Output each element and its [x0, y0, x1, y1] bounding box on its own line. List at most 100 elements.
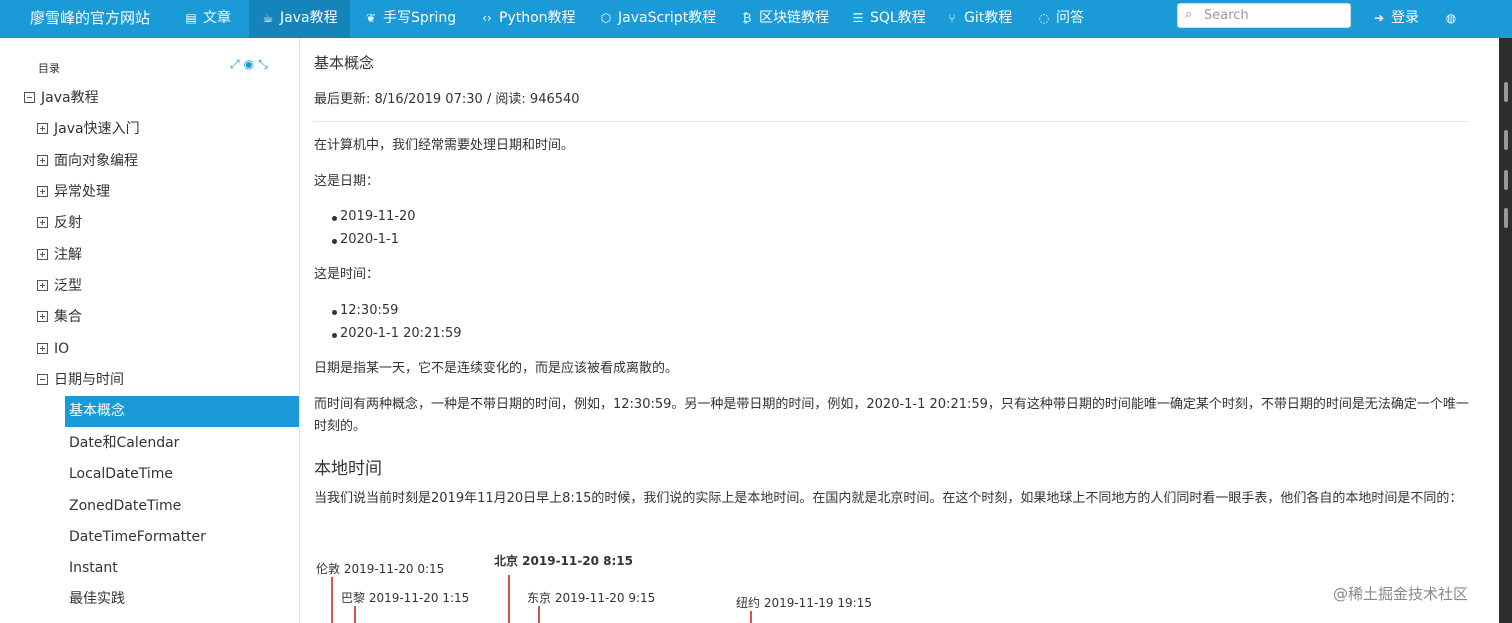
nav-label: SQL教程 [870, 10, 926, 26]
site-brand[interactable]: 廖雪峰的官方网站 [30, 0, 150, 38]
toc-label: 异常处理 [54, 184, 110, 200]
expand-box-icon [37, 186, 48, 197]
section-heading: 本地时间 [314, 459, 382, 479]
toc-child-zoneddatetime[interactable]: ZonedDateTime [69, 493, 181, 519]
article-meta: 最后更新: 8/16/2019 07:30 / 阅读: 946540 [314, 92, 580, 107]
toc-item-annotation[interactable]: 注解 [37, 242, 82, 268]
nav-label: Git教程 [964, 10, 1013, 26]
toc-item-oop[interactable]: 面向对象编程 [37, 148, 138, 174]
nav-label: Java教程 [280, 10, 338, 26]
toc-child-instant[interactable]: Instant [69, 555, 118, 581]
toc-item-exception[interactable]: 异常处理 [37, 179, 110, 205]
paragraph: 当我们说当前时刻是2019年11月20日早上8:15的时候，我们说的实际上是本地… [314, 491, 1463, 506]
nav-item-sql[interactable]: ☰ SQL教程 [839, 0, 938, 38]
article-title: 基本概念 [314, 54, 375, 72]
diagram-marker-tokyo [538, 606, 540, 623]
sign-in-icon: ➔ [1373, 11, 1385, 25]
edge-tab [1504, 130, 1508, 150]
expand-box-icon [37, 217, 48, 228]
collapse-icon[interactable]: ⤡ [258, 57, 272, 71]
toc-item-quickstart[interactable]: Java快速入门 [37, 116, 140, 142]
toc-tools: ⤢◉⤡ [230, 57, 272, 72]
toc-child-date-calendar[interactable]: Date和Calendar [69, 430, 179, 456]
toc-child-basic-concepts[interactable]: 基本概念 [65, 396, 299, 427]
toc-label: 注解 [54, 247, 82, 263]
expand-icon[interactable]: ⤢ [230, 57, 244, 71]
paragraph: 在计算机中，我们经常需要处理日期和时间。 [314, 138, 575, 153]
toc-title: 目录 [38, 62, 60, 75]
nav-label: 文章 [203, 10, 231, 26]
language-button[interactable]: ◍ [1432, 0, 1475, 38]
paragraph: 这是日期： [314, 174, 380, 189]
nav-item-java[interactable]: ☕ Java教程 [249, 0, 350, 38]
toc-child-best-practice[interactable]: 最佳实践 [69, 586, 125, 612]
nav-item-git[interactable]: ⑂ Git教程 [933, 0, 1024, 38]
list-item: 2019-11-20 [332, 209, 416, 224]
diagram-label-tokyo: 东京 2019-11-20 9:15 [527, 591, 656, 605]
git-icon: ⑂ [948, 11, 956, 25]
search-box: ⌕ [1177, 3, 1351, 28]
diagram-marker-newyork [750, 611, 752, 623]
toc-child-datetimeformatter[interactable]: DateTimeFormatter [69, 524, 206, 550]
edge-tab [1504, 208, 1508, 228]
collapse-box-icon [24, 92, 35, 103]
collapse-box-icon [37, 374, 48, 385]
leaf-icon: ❦ [365, 11, 377, 25]
paragraph: 而时间有两种概念，一种是不带日期的时间，例如，12:30:59。另一种是带日期的… [314, 397, 1469, 434]
top-navbar: 廖雪峰的官方网站 ▤ 文章 ☕ Java教程 ❦ 手写Spring ‹› Python教… [0, 0, 1512, 38]
toc-label: Java教程 [41, 90, 99, 106]
code-icon: ‹› [482, 11, 492, 25]
toc-child-localdatetime[interactable]: LocalDateTime [69, 461, 173, 487]
toc-root-java[interactable]: Java教程 [24, 85, 99, 111]
expand-box-icon [37, 249, 48, 260]
sidebar-toc: 目录 ⤢◉⤡ Java教程 Java快速入门 面向对象编程 异常处理 反射 注解… [0, 38, 300, 623]
diagram-label-newyork: 纽约 2019-11-19 19:15 [736, 596, 872, 610]
bitcoin-icon: ₿ [742, 11, 752, 25]
toc-item-generics[interactable]: 泛型 [37, 273, 82, 299]
paragraph: 日期是指某一天，它不是连续变化的，而是应该被看成离散的。 [314, 361, 679, 376]
expand-box-icon [37, 280, 48, 291]
search-icon: ⌕ [1185, 7, 1193, 22]
nav-label: JavaScript教程 [618, 10, 717, 26]
toc-item-io[interactable]: IO [37, 336, 69, 362]
nav-item-qa[interactable]: ◌ 问答 [1025, 0, 1096, 38]
nav-item-python[interactable]: ‹› Python教程 [468, 0, 588, 38]
locate-icon[interactable]: ◉ [244, 57, 258, 71]
nav-item-articles[interactable]: ▤ 文章 [172, 0, 243, 38]
login-label: 登录 [1391, 10, 1419, 26]
nav-item-javascript[interactable]: ⬡ JavaScript教程 [587, 0, 728, 38]
divider [314, 121, 1468, 122]
list-item: 12:30:59 [331, 303, 399, 318]
diagram-label-london: 伦敦 2019-11-20 0:15 [316, 562, 445, 576]
expand-box-icon [37, 311, 48, 322]
edge-tab [1504, 170, 1508, 190]
toc-label: IO [54, 341, 70, 357]
toc-label: 反射 [54, 215, 82, 231]
edge-tab [1504, 82, 1508, 102]
paragraph: 这是时间： [314, 267, 380, 282]
diagram-marker-paris [354, 606, 356, 623]
watermark: @稀土掘金技术社区 [1333, 585, 1469, 603]
nav-item-spring[interactable]: ❦ 手写Spring [352, 0, 468, 38]
comment-icon: ◌ [1038, 11, 1050, 25]
diagram-marker-london [331, 577, 333, 623]
nav-label: 问答 [1056, 10, 1084, 26]
toc-item-datetime[interactable]: 日期与时间 [37, 367, 124, 393]
search-input[interactable] [1204, 6, 1344, 25]
toc-label: 泛型 [54, 278, 82, 294]
toc-item-reflection[interactable]: 反射 [37, 210, 82, 236]
nav-item-blockchain[interactable]: ₿ 区块链教程 [728, 0, 841, 38]
expand-box-icon [37, 155, 48, 166]
html5-icon: ⬡ [600, 11, 612, 25]
login-button[interactable]: ➔ 登录 [1360, 0, 1431, 38]
book-icon: ▤ [185, 11, 197, 25]
toc-item-collections[interactable]: 集合 [37, 304, 82, 330]
expand-box-icon [37, 343, 48, 354]
nav-label: Python教程 [499, 10, 576, 26]
nav-label: 区块链教程 [759, 10, 829, 26]
toc-label: Java快速入门 [54, 121, 140, 137]
database-icon: ☰ [852, 11, 864, 25]
coffee-icon: ☕ [262, 11, 274, 25]
toc-label: 日期与时间 [54, 372, 124, 388]
list-item: 2020-1-1 [331, 232, 400, 247]
